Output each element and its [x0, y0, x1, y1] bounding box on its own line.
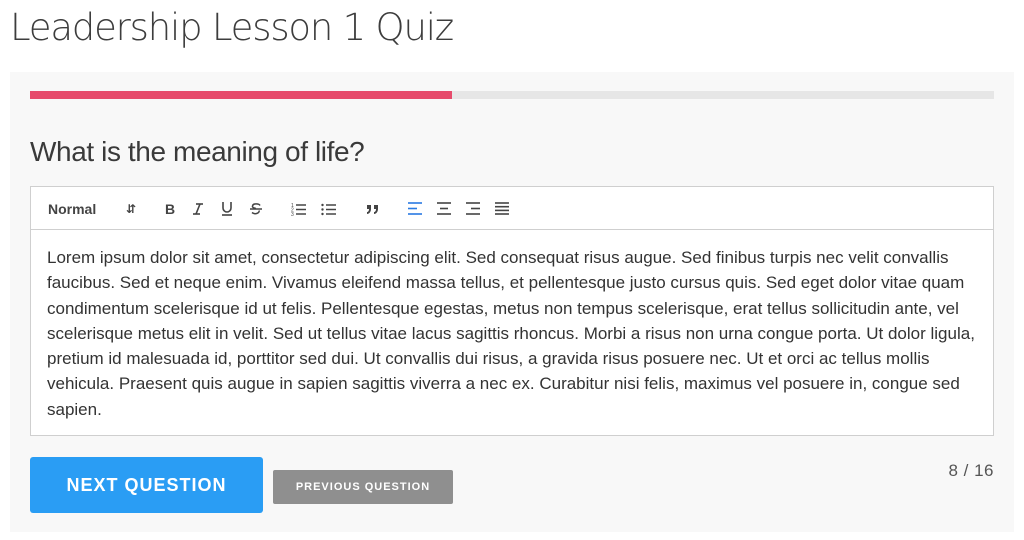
bold-icon[interactable]: B — [159, 187, 181, 230]
previous-question-button[interactable]: PREVIOUS QUESTION — [273, 470, 453, 504]
question-counter: 8 / 16 — [948, 461, 994, 480]
blockquote-icon[interactable] — [362, 187, 384, 230]
underline-icon[interactable] — [216, 187, 238, 230]
rich-text-editor: Normal ⇵ B 123 Lorem ipsum dolor sit ame… — [30, 186, 994, 436]
format-select-value: Normal — [48, 200, 97, 217]
next-question-button[interactable]: NEXT QUESTION — [30, 457, 263, 513]
strikethrough-icon[interactable] — [245, 187, 267, 230]
format-select[interactable]: Normal ⇵ — [48, 187, 138, 230]
quiz-card: What is the meaning of life? Normal ⇵ B — [10, 72, 1014, 532]
bullet-list-icon[interactable] — [318, 187, 340, 230]
svg-text:B: B — [165, 202, 175, 216]
editor-content[interactable]: Lorem ipsum dolor sit amet, consectetur … — [31, 231, 993, 435]
editor-toolbar: Normal ⇵ B 123 — [31, 187, 993, 230]
align-right-icon[interactable] — [462, 187, 484, 230]
page-title: Leadership Lesson 1 Quiz — [10, 6, 454, 49]
select-arrows-icon: ⇵ — [125, 201, 136, 216]
progress-bar — [30, 91, 994, 99]
italic-icon[interactable] — [187, 187, 209, 230]
question-text: What is the meaning of life? — [30, 136, 365, 167]
progress-bar-fill — [30, 91, 453, 99]
align-left-icon[interactable] — [404, 187, 426, 230]
ordered-list-icon[interactable]: 123 — [288, 187, 310, 230]
align-justify-icon[interactable] — [491, 187, 513, 230]
align-center-icon[interactable] — [433, 187, 455, 230]
svg-text:3: 3 — [291, 212, 294, 216]
